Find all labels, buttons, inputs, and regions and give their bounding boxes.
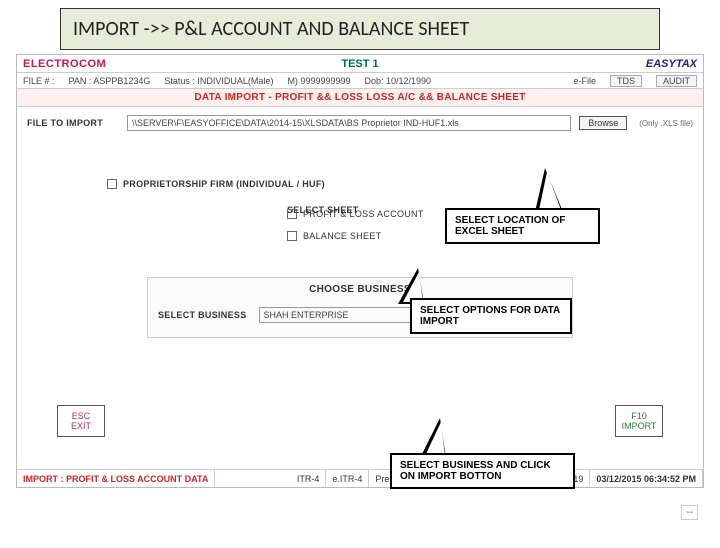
page-number: -- [681, 505, 698, 520]
file-import-label: FILE TO IMPORT [27, 118, 119, 128]
app-header-row1: ELECTROCOM TEST 1 EASYTAX [17, 55, 703, 73]
app-header-row2: FILE # : PAN : ASPPB1234G Status : INDIV… [17, 73, 703, 89]
status-eitr: e.ITR-4 [326, 470, 369, 487]
status-import: IMPORT : PROFIT & LOSS ACCOUNT DATA [17, 470, 215, 487]
status-datetime: 03/12/2015 06:34:52 PM [590, 470, 703, 487]
status-label: Status : INDIVIDUAL(Male) [164, 76, 273, 86]
file-number-label: FILE # : [23, 76, 55, 86]
brand-right: EASYTAX [583, 58, 703, 70]
file-path-input[interactable]: \\SERVER\F\EASYOFFICE\DATA\2014-15\XLSDA… [127, 115, 571, 131]
choose-business-title: CHOOSE BUSINESS [158, 284, 562, 295]
status-itr: ITR-4 [291, 470, 327, 487]
browse-button[interactable]: Browse [579, 116, 627, 130]
select-business-label: SELECT BUSINESS [158, 310, 247, 320]
app-window: ELECTROCOM TEST 1 EASYTAX FILE # : PAN :… [16, 54, 704, 488]
checkbox-icon[interactable] [287, 209, 297, 219]
audit-button[interactable]: AUDIT [656, 75, 697, 87]
file-hint: (Only .XLS file) [639, 119, 693, 128]
status-bar: IMPORT : PROFIT & LOSS ACCOUNT DATA ITR-… [17, 469, 703, 487]
option-proprietor[interactable]: PROPRIETORSHIP FIRM (INDIVIDUAL / HUF) [107, 175, 693, 193]
content-area: FILE TO IMPORT \\SERVER\F\EASYOFFICE\DAT… [17, 107, 703, 487]
slide-title: IMPORT ->> P&L ACCOUNT AND BALANCE SHEET [73, 17, 469, 41]
mobile-label: M) 9999999999 [287, 76, 350, 86]
checkbox-icon[interactable] [287, 231, 297, 241]
slide-title-bar: IMPORT ->> P&L ACCOUNT AND BALANCE SHEET [60, 8, 660, 50]
efile-label[interactable]: e-File [573, 76, 596, 86]
dob-label: Dob: 10/12/1990 [365, 76, 432, 86]
brand-left: ELECTROCOM [17, 58, 137, 70]
section-band: DATA IMPORT - PROFIT && LOSS LOSS A/C &&… [17, 89, 703, 107]
pan-label: PAN : ASPPB1234G [69, 76, 151, 86]
callout-pointer [535, 168, 563, 212]
f10-import-button[interactable]: F10 IMPORT [615, 405, 663, 437]
callout-pointer [420, 418, 446, 458]
callout-location: SELECT LOCATION OF EXCEL SHEET [445, 208, 600, 244]
checkbox-icon[interactable] [107, 179, 117, 189]
callout-options: SELECT OPTIONS FOR DATA IMPORT [410, 298, 572, 334]
callout-business: SELECT BUSINESS AND CLICK ON IMPORT BOTT… [390, 453, 575, 489]
header-center: TEST 1 [137, 58, 583, 70]
tds-button[interactable]: TDS [610, 75, 642, 87]
file-import-row: FILE TO IMPORT \\SERVER\F\EASYOFFICE\DAT… [27, 115, 693, 131]
esc-exit-button[interactable]: ESC EXIT [57, 405, 105, 437]
